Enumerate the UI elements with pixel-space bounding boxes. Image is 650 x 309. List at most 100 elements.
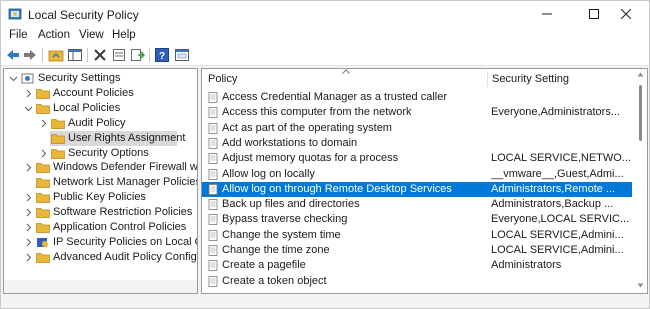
- policy-row[interactable]: Add workstations to domain: [202, 136, 632, 151]
- policy-document-icon: [208, 137, 218, 149]
- tree-item[interactable]: User Rights Assignment: [50, 130, 185, 146]
- chevron-down-icon[interactable]: [24, 104, 33, 113]
- policy-row[interactable]: Create a pagefile Administrators: [202, 258, 632, 273]
- tree-item-label: Software Restriction Policies: [53, 206, 193, 219]
- policy-name: Bypass traverse checking: [222, 213, 348, 226]
- folder-icon: [36, 223, 50, 233]
- toolbar: ?: [1, 45, 649, 66]
- policy-row[interactable]: Access this computer from the network Eve…: [202, 105, 632, 120]
- menu-help[interactable]: Help: [112, 29, 136, 41]
- policy-row[interactable]: Change the time zone LOCAL SERVICE,Admini…: [202, 243, 632, 258]
- tree-item[interactable]: Local Policies: [4, 101, 197, 116]
- chevron-right-icon[interactable]: [24, 89, 33, 98]
- tree-pane[interactable]: Security Settings Account Policies Local P…: [3, 68, 198, 294]
- policy-name: Access this computer from the network: [222, 106, 412, 119]
- menu-action[interactable]: Action: [38, 29, 70, 41]
- policy-security-setting: Everyone,Administrators...: [491, 106, 620, 119]
- policy-row[interactable]: Adjust memory quotas for a process LOCAL …: [202, 151, 632, 166]
- scroll-up-icon[interactable]: [637, 72, 644, 77]
- policy-row[interactable]: Access Credential Manager as a trusted c…: [202, 90, 632, 105]
- close-button[interactable]: [603, 1, 649, 27]
- minimize-button[interactable]: [524, 1, 570, 27]
- policy-document-icon: [208, 107, 218, 119]
- policy-name: Allow log on through Remote Desktop Serv…: [222, 182, 452, 195]
- export-list-icon[interactable]: [129, 47, 145, 63]
- policy-row[interactable]: Allow log on locally __vmware__,Guest,Adm…: [202, 167, 632, 182]
- security-policy-app-icon: [8, 8, 22, 20]
- chevron-right-icon[interactable]: [39, 119, 48, 128]
- tree-item[interactable]: Application Control Policies: [4, 220, 197, 235]
- folder-icon: [51, 148, 65, 159]
- tree-item[interactable]: Security Options: [4, 146, 197, 161]
- tree-item[interactable]: Security Settings: [4, 71, 197, 86]
- toolbar-separator: [42, 48, 43, 62]
- policy-row[interactable]: Bypass traverse checking Everyone,LOCAL S…: [202, 212, 632, 227]
- folder-icon: [36, 252, 50, 263]
- policy-row[interactable]: Create a token object: [202, 274, 632, 289]
- chevron-right-icon[interactable]: [24, 193, 33, 202]
- help-icon[interactable]: ?: [154, 47, 170, 63]
- policy-name: Access Credential Manager as a trusted c…: [222, 91, 447, 103]
- svg-text:?: ?: [159, 51, 165, 62]
- column-header-security-setting-label: Security Setting: [492, 73, 570, 85]
- policy-document-icon: [208, 122, 218, 134]
- policy-name: Back up files and directories: [222, 198, 360, 211]
- policy-name: Create a pagefile: [222, 259, 306, 272]
- tree-item[interactable]: Public Key Policies: [4, 190, 197, 205]
- chevron-down-icon[interactable]: [9, 74, 18, 83]
- close-icon: [621, 9, 631, 19]
- chevron-right-icon[interactable]: [24, 223, 33, 232]
- delete-icon[interactable]: [92, 47, 108, 63]
- policy-row[interactable]: Act as part of the operating system: [202, 121, 632, 136]
- policy-name: Change the time zone: [222, 244, 330, 256]
- menu-file[interactable]: File: [9, 29, 28, 41]
- scroll-down-icon[interactable]: [637, 283, 644, 288]
- properties-icon[interactable]: [111, 47, 127, 63]
- policy-row[interactable]: Allow log on through Remote Desktop Serv…: [202, 181, 632, 197]
- folder-icon: [51, 133, 65, 144]
- chevron-right-icon[interactable]: [24, 163, 33, 172]
- policy-row[interactable]: Back up files and directories Administrat…: [202, 197, 632, 212]
- title-bar[interactable]: Local Security Policy: [1, 1, 649, 27]
- tree-item[interactable]: IP Security Policies on Local Compute: [4, 235, 197, 250]
- menu-view[interactable]: View: [79, 29, 104, 41]
- show-hide-tree-icon[interactable]: [67, 47, 83, 63]
- back-arrow-icon[interactable]: [5, 47, 21, 63]
- chevron-right-icon[interactable]: [24, 253, 33, 262]
- policy-security-setting: LOCAL SERVICE,Admini...: [491, 244, 624, 256]
- chevron-right-icon[interactable]: [24, 208, 33, 217]
- column-header-policy[interactable]: Policy: [202, 69, 488, 89]
- tree-item[interactable]: Audit Policy: [4, 116, 197, 131]
- policy-security-setting: Everyone,LOCAL SERVIC...: [491, 213, 630, 226]
- tree-item[interactable]: Network List Manager Policies: [4, 175, 197, 190]
- security-settings-icon: [21, 73, 34, 84]
- folder-icon: [36, 163, 50, 174]
- folder-icon: [36, 89, 50, 99]
- list-vertical-scrollbar[interactable]: [634, 69, 647, 293]
- tree-item-label: Audit Policy: [68, 116, 126, 129]
- policy-security-setting: Administrators,Backup ...: [491, 198, 614, 211]
- policy-row[interactable]: Change the system time LOCAL SERVICE,Admi…: [202, 228, 632, 243]
- chevron-right-icon[interactable]: [39, 149, 48, 158]
- policy-name: Create a token object: [222, 274, 327, 287]
- chevron-right-icon[interactable]: [24, 238, 33, 247]
- tree-item[interactable]: Windows Defender Firewall with Adva: [4, 160, 197, 175]
- tree-horizontal-scrollbar[interactable]: [4, 280, 197, 293]
- policy-list-pane[interactable]: Policy Security Setting Access Credentia…: [201, 68, 648, 294]
- tree-item[interactable]: Advanced Audit Policy Configuration: [4, 250, 197, 265]
- ip-security-icon: [37, 237, 48, 247]
- console-icon[interactable]: [174, 47, 190, 63]
- policy-security-setting: Administrators: [491, 259, 562, 272]
- tree-item[interactable]: Software Restriction Policies: [4, 205, 197, 220]
- scrollbar-thumb[interactable]: [639, 85, 642, 141]
- tree-item[interactable]: Account Policies: [4, 86, 197, 101]
- tree-item-label: Account Policies: [53, 86, 134, 99]
- policy-document-icon: [208, 183, 218, 195]
- forward-arrow-icon[interactable]: [22, 47, 38, 63]
- policy-name: Change the system time: [222, 228, 341, 241]
- column-header-security-setting[interactable]: Security Setting: [488, 69, 634, 89]
- policy-document-icon: [208, 199, 218, 210]
- up-folder-icon[interactable]: [48, 47, 64, 63]
- local-security-policy-window: Local Security Policy File Action View H…: [0, 0, 650, 309]
- tree-item-label: Network List Manager Policies: [53, 176, 198, 189]
